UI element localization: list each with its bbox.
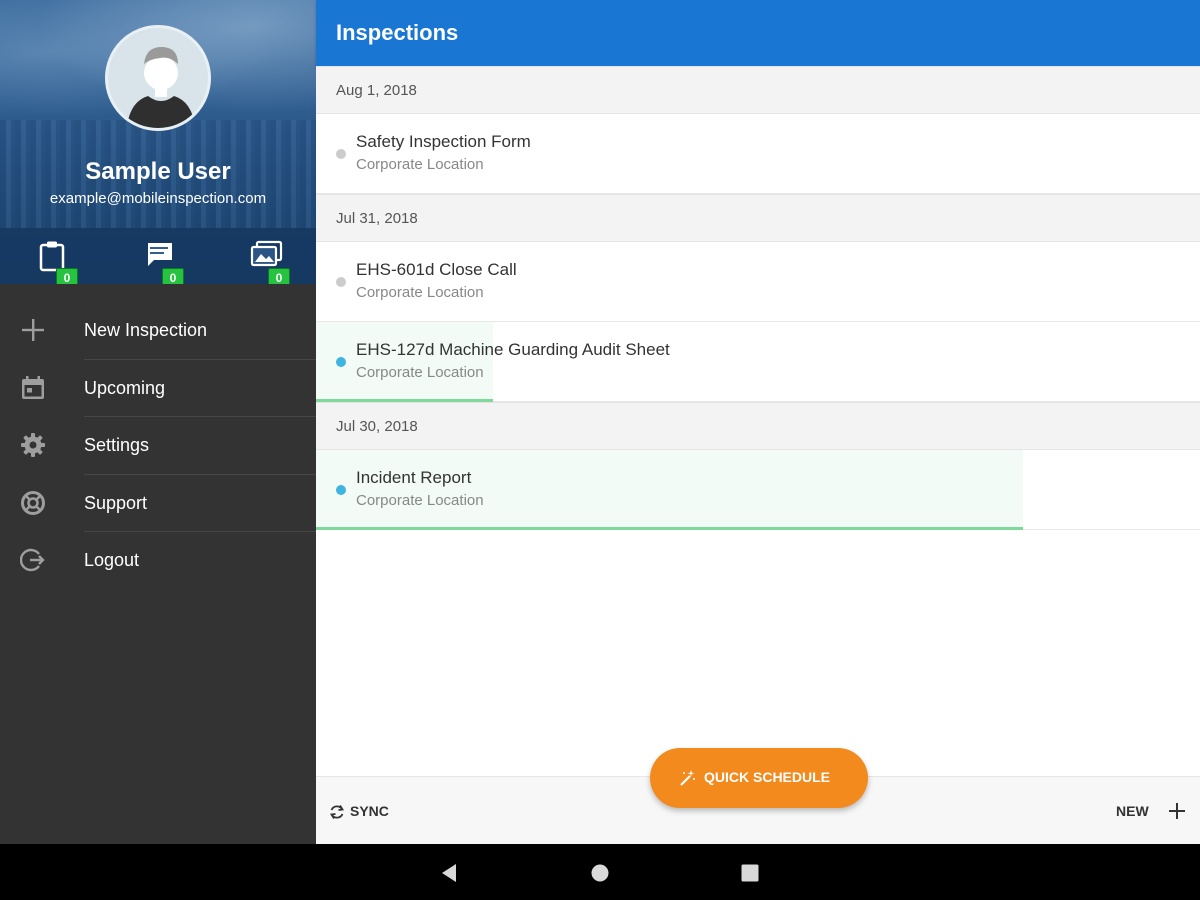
status-dot (336, 149, 346, 159)
inspection-title: Incident Report (356, 468, 472, 487)
navigation-drawer: Sample User example@mobileinspection.com… (0, 0, 316, 844)
sync-icon (329, 805, 345, 819)
menu-item-label: Upcoming (84, 377, 166, 398)
menu-item-upcoming[interactable]: Upcoming (0, 360, 316, 417)
menu-item-label: Support (84, 492, 148, 513)
date-group-header: Aug 1, 2018 (316, 66, 1200, 114)
logout-icon (20, 548, 45, 572)
photos-icon (250, 240, 283, 267)
app-bar: Inspections (316, 0, 1200, 66)
user-email: example@mobileinspection.com (49, 190, 267, 207)
new-label: NEW (1116, 803, 1149, 819)
user-name: Sample User (85, 158, 231, 185)
inspections-screen: Inspections Aug 1, 2018 Safety Inspectio… (316, 0, 1200, 844)
inspection-row[interactable]: EHS-127d Machine Guarding Audit Sheet Co… (316, 322, 1200, 402)
inspection-location: Corporate Location (356, 364, 484, 381)
status-dot (336, 485, 346, 495)
date-group-header: Jul 30, 2018 (316, 402, 1200, 450)
menu-item-label: New Inspection (84, 320, 208, 340)
inspection-location: Corporate Location (356, 284, 484, 301)
menu-item-support[interactable]: Support (0, 475, 316, 532)
inspections-list: Aug 1, 2018 Safety Inspection Form Corpo… (316, 66, 1200, 530)
menu-item-new-inspection[interactable]: New Inspection (0, 302, 316, 360)
date-label: Aug 1, 2018 (336, 82, 417, 99)
status-dot (336, 277, 346, 287)
drawer-menu: New Inspection Upcoming Settings Support… (0, 302, 316, 590)
calendar-icon (22, 375, 44, 399)
sync-label: SYNC (350, 803, 389, 819)
avatar[interactable] (105, 25, 211, 131)
progress-bar (316, 527, 1024, 530)
plus-icon (1169, 803, 1185, 819)
inspection-title: Safety Inspection Form (356, 132, 531, 151)
inspection-location: Corporate Location (356, 156, 484, 173)
quick-schedule-button[interactable]: QUICK SCHEDULE (650, 748, 868, 808)
comments-count-badge: 0 (162, 268, 184, 284)
date-label: Jul 30, 2018 (336, 418, 418, 435)
inspection-row[interactable]: Safety Inspection Form Corporate Locatio… (316, 114, 1200, 194)
plus-icon (22, 319, 44, 341)
lifebuoy-icon (21, 490, 45, 515)
progress-fill (316, 450, 1024, 529)
forms-count-badge: 0 (56, 268, 78, 284)
magic-wand-icon (680, 770, 695, 786)
quick-schedule-label: QUICK SCHEDULE (704, 769, 831, 785)
gear-icon (21, 433, 45, 457)
chat-icon (147, 243, 172, 266)
home-icon[interactable] (588, 861, 612, 885)
comments-counter[interactable]: 0 (138, 238, 190, 284)
date-group-header: Jul 31, 2018 (316, 194, 1200, 242)
new-button[interactable]: NEW (1116, 801, 1186, 823)
inspection-title: EHS-127d Machine Guarding Audit Sheet (356, 340, 670, 359)
photos-count-badge: 0 (268, 268, 290, 284)
page-title: Inspections (336, 20, 459, 45)
inspection-row[interactable]: EHS-601d Close Call Corporate Location (316, 242, 1200, 322)
date-label: Jul 31, 2018 (336, 210, 418, 227)
menu-item-label: Logout (84, 550, 140, 570)
recent-apps-icon[interactable] (738, 861, 762, 885)
forms-counter[interactable]: 0 (32, 238, 84, 284)
status-dot (336, 357, 346, 367)
menu-item-label: Settings (84, 435, 150, 455)
menu-item-settings[interactable]: Settings (0, 417, 316, 475)
inspection-location: Corporate Location (356, 492, 484, 509)
back-icon[interactable] (438, 861, 462, 885)
system-navigation-bar (0, 844, 1200, 900)
photos-counter[interactable]: 0 (244, 238, 296, 284)
inspection-row[interactable]: Incident Report Corporate Location (316, 450, 1200, 530)
inspection-title: EHS-601d Close Call (356, 260, 517, 279)
menu-item-logout[interactable]: Logout (0, 532, 316, 590)
profile-header: Sample User example@mobileinspection.com… (0, 0, 316, 284)
